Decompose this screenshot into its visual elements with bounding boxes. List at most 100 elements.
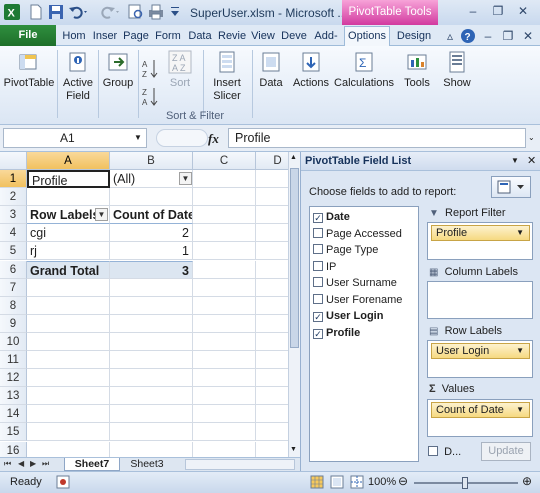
column-labels-area[interactable] [427,281,533,319]
tab-view[interactable]: View [250,27,276,45]
field-item[interactable]: User Surname [313,276,397,292]
cell-c1[interactable] [193,170,256,189]
tab-insert[interactable]: Inser [92,27,118,45]
cell-a9[interactable] [27,314,110,333]
minimize-ribbon-icon[interactable]: ▵ [442,28,458,44]
cell-a15[interactable] [27,423,110,442]
horizontal-scrollbar[interactable] [185,459,295,470]
cell-a2[interactable] [27,188,110,207]
cell-a16[interactable] [27,441,110,457]
field-checkbox[interactable] [313,277,323,287]
sheet-nav-first-icon[interactable]: ⏮ [4,459,11,469]
cell-a1[interactable]: Profile [27,170,110,189]
field-checkbox[interactable] [313,227,323,238]
page-layout-view-icon[interactable] [330,475,344,489]
cell-c5[interactable] [193,242,256,261]
field-checkbox[interactable] [313,244,323,254]
tab-design[interactable]: Design [394,27,434,45]
formula-input[interactable]: Profile [228,128,526,148]
cell-c4[interactable] [193,224,256,243]
workbook-minimize-icon[interactable]: – [480,28,496,44]
filter-dropdown-icon[interactable]: ▼ [179,172,192,185]
tab-file[interactable]: File [0,25,56,46]
cell-a6[interactable]: Grand Total [27,260,110,279]
field-item[interactable]: ✓ Profile [313,326,360,342]
zoom-in-icon[interactable]: ⊕ [522,474,532,488]
excel-logo-icon[interactable]: X [4,4,20,20]
field-checkbox[interactable]: ✓ [313,312,323,322]
row-header-5[interactable]: 5 [0,242,27,261]
cell-b9[interactable] [110,314,193,333]
expand-formula-bar-icon[interactable]: ⌄ [528,133,535,142]
new-file-icon[interactable] [28,4,44,20]
row-header-7[interactable]: 7 [0,278,27,297]
field-checkbox[interactable]: ✓ [313,213,323,223]
field-item[interactable]: Page Type [313,243,378,259]
cell-c9[interactable] [193,314,256,333]
cell-a8[interactable] [27,296,110,315]
field-checkbox[interactable]: ✓ [313,328,323,339]
cell-c13[interactable] [193,387,256,406]
cell-b3[interactable]: Count of Date [110,206,193,225]
tab-page-layout[interactable]: Page [122,27,150,45]
column-header-b[interactable]: B [110,152,193,170]
zoom-level[interactable]: 100% [368,476,396,488]
pane-close-icon[interactable]: ✕ [527,154,536,167]
scroll-up-icon[interactable]: ▲ [290,154,297,161]
defer-update-checkbox[interactable]: D... [428,446,461,458]
scroll-down-icon[interactable]: ▼ [290,446,297,453]
cell-b11[interactable] [110,351,193,370]
field-item[interactable]: ✓ Date [313,210,350,226]
insert-function-icon[interactable]: fx [208,131,219,147]
zoom-slider-thumb[interactable] [462,477,468,489]
undo-icon[interactable] [68,4,87,20]
tab-data[interactable]: Data [186,27,214,45]
tools-button[interactable]: Tools [400,50,434,90]
row-header-8[interactable]: 8 [0,296,27,315]
row-header-9[interactable]: 9 [0,314,27,333]
cell-a10[interactable] [27,332,110,351]
cell-b10[interactable] [110,332,193,351]
chevron-down-icon[interactable]: ▼ [516,403,524,417]
workbook-restore-icon[interactable]: ❐ [500,28,516,44]
values-area[interactable]: Count of Date ▼ [427,399,533,437]
column-header-a[interactable]: A [27,152,110,170]
sheet-nav-last-icon[interactable]: ⏭ [42,459,49,469]
select-all-corner[interactable] [0,152,27,170]
sort-button[interactable]: Z AA Z Sort [163,50,197,90]
sheet-nav-next-icon[interactable]: ▶ [30,459,36,468]
restore-icon[interactable]: ❐ [490,3,506,19]
field-item[interactable]: Page Accessed [313,227,402,243]
tab-add-ins[interactable]: Add- [312,27,340,45]
cell-b14[interactable] [110,405,193,424]
row-header-10[interactable]: 10 [0,332,27,351]
values-pill[interactable]: Count of Date ▼ [431,402,530,418]
row-header-15[interactable]: 15 [0,423,27,442]
defer-checkbox-box[interactable] [428,446,438,456]
cell-c7[interactable] [193,278,256,297]
cell-b6[interactable]: 3 [110,260,193,279]
column-header-c[interactable]: C [193,152,256,170]
calculations-button[interactable]: Σ Calculations [334,50,394,90]
cell-b12[interactable] [110,369,193,388]
cell-b5[interactable]: 1 [110,242,193,261]
vertical-scrollbar[interactable]: ▲ ▼ [288,152,300,457]
sheet-tab-sheet3[interactable]: Sheet3 [122,458,172,471]
close-icon[interactable]: ✕ [515,3,531,19]
cell-b8[interactable] [110,296,193,315]
sheet-tab-sheet7[interactable]: Sheet7 [64,458,120,471]
chevron-down-icon[interactable]: ▼ [516,226,524,240]
pivottable-button[interactable]: PivotTable [3,50,55,90]
row-header-13[interactable]: 13 [0,387,27,406]
name-box[interactable]: A1 [3,128,147,148]
insert-slicer-button[interactable]: Insert Slicer [206,50,248,103]
field-checkbox[interactable] [313,260,323,271]
cell-c8[interactable] [193,296,256,315]
sort-ascending-icon[interactable]: AZ [142,58,160,80]
normal-view-icon[interactable] [310,475,324,489]
field-item[interactable]: ✓ User Login [313,309,383,325]
cell-a5[interactable]: rj [27,242,110,261]
row-labels-dropdown-icon[interactable]: ▼ [95,208,108,222]
cell-a7[interactable] [27,278,110,297]
row-header-14[interactable]: 14 [0,405,27,424]
